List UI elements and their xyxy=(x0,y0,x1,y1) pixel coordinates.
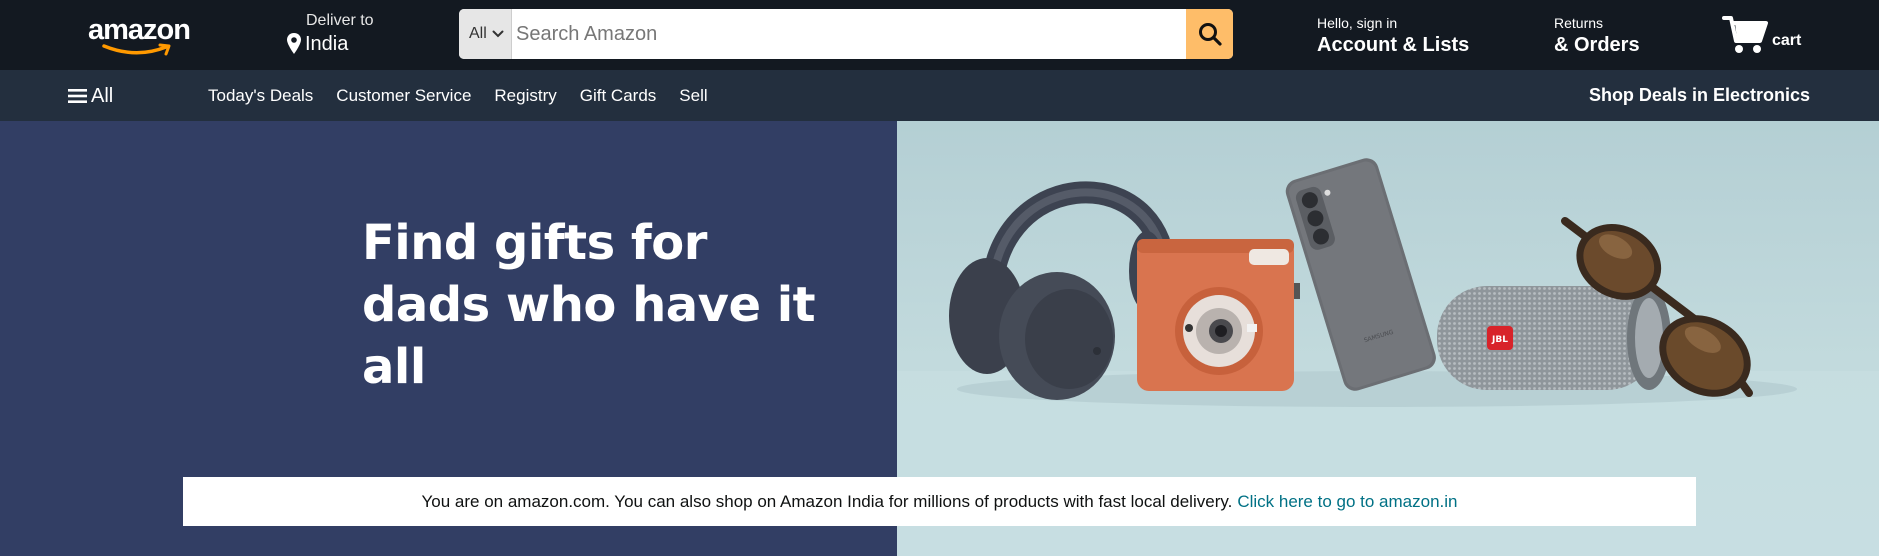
nav-link-sell[interactable]: Sell xyxy=(679,86,707,106)
cart-button[interactable]: cart xyxy=(1722,12,1812,58)
account-and-lists-menu[interactable]: Hello, sign in Account & Lists xyxy=(1317,15,1487,59)
search-button[interactable] xyxy=(1186,9,1233,59)
cart-label: cart xyxy=(1772,32,1802,49)
bluetooth-speaker-image: JBL xyxy=(1437,286,1671,390)
hero-headline-line1: Find gifts for xyxy=(362,215,707,271)
search-icon xyxy=(1198,23,1222,46)
logo-wordmark: amazon xyxy=(88,14,191,46)
hero-headline: Find gifts for dads who have it all xyxy=(362,212,882,398)
nav-link-todays-deals[interactable]: Today's Deals xyxy=(208,86,313,106)
account-lists-label: Account & Lists xyxy=(1317,34,1470,56)
returns-and-orders-link[interactable]: Returns & Orders xyxy=(1554,15,1664,59)
subnav-links: Today's Deals Customer Service Registry … xyxy=(208,70,731,121)
secondary-nav-bar: All Today's Deals Customer Service Regis… xyxy=(0,70,1879,121)
speaker-brand-text: JBL xyxy=(1491,335,1508,345)
search-bar: All xyxy=(459,9,1233,59)
nav-link-customer-service[interactable]: Customer Service xyxy=(336,86,471,106)
hero-headline-line2: dads who have it all xyxy=(362,277,816,395)
notice-text: You are on amazon.com. You can also shop… xyxy=(421,491,1233,511)
country-redirect-notice: You are on amazon.com. You can also shop… xyxy=(183,477,1696,526)
all-menu-label: All xyxy=(91,84,114,107)
deliver-to-location[interactable]: Deliver to India xyxy=(284,12,404,58)
nav-link-gift-cards[interactable]: Gift Cards xyxy=(580,86,657,106)
logo-smile-icon xyxy=(102,43,171,56)
amazon-logo[interactable]: amazon xyxy=(88,14,193,56)
orders-label: & Orders xyxy=(1554,34,1640,56)
top-nav-bar: amazon Deliver to India All Hello xyxy=(0,0,1879,70)
sign-in-greeting: Hello, sign in xyxy=(1317,15,1398,31)
shop-deals-electronics-link[interactable]: Shop Deals in Electronics xyxy=(1589,85,1810,106)
returns-label: Returns xyxy=(1554,15,1604,31)
search-input[interactable] xyxy=(512,9,1186,59)
deliver-to-country: India xyxy=(305,33,349,55)
search-category-dropdown[interactable]: All xyxy=(459,9,512,59)
instant-camera-image xyxy=(1137,239,1300,391)
hamburger-menu-icon xyxy=(68,89,87,103)
search-category-label: All xyxy=(469,25,487,42)
all-menu-button[interactable]: All xyxy=(68,84,113,108)
smartphone-image: SAMSUNG xyxy=(1285,158,1436,391)
deliver-to-label: Deliver to xyxy=(306,12,374,29)
chevron-down-icon xyxy=(492,30,504,38)
shopping-cart-icon xyxy=(1722,16,1768,53)
nav-link-registry[interactable]: Registry xyxy=(494,86,556,106)
go-to-amazon-in-link[interactable]: Click here to go to amazon.in xyxy=(1237,492,1457,512)
location-pin-icon xyxy=(287,33,301,54)
headphones-image xyxy=(949,181,1170,400)
